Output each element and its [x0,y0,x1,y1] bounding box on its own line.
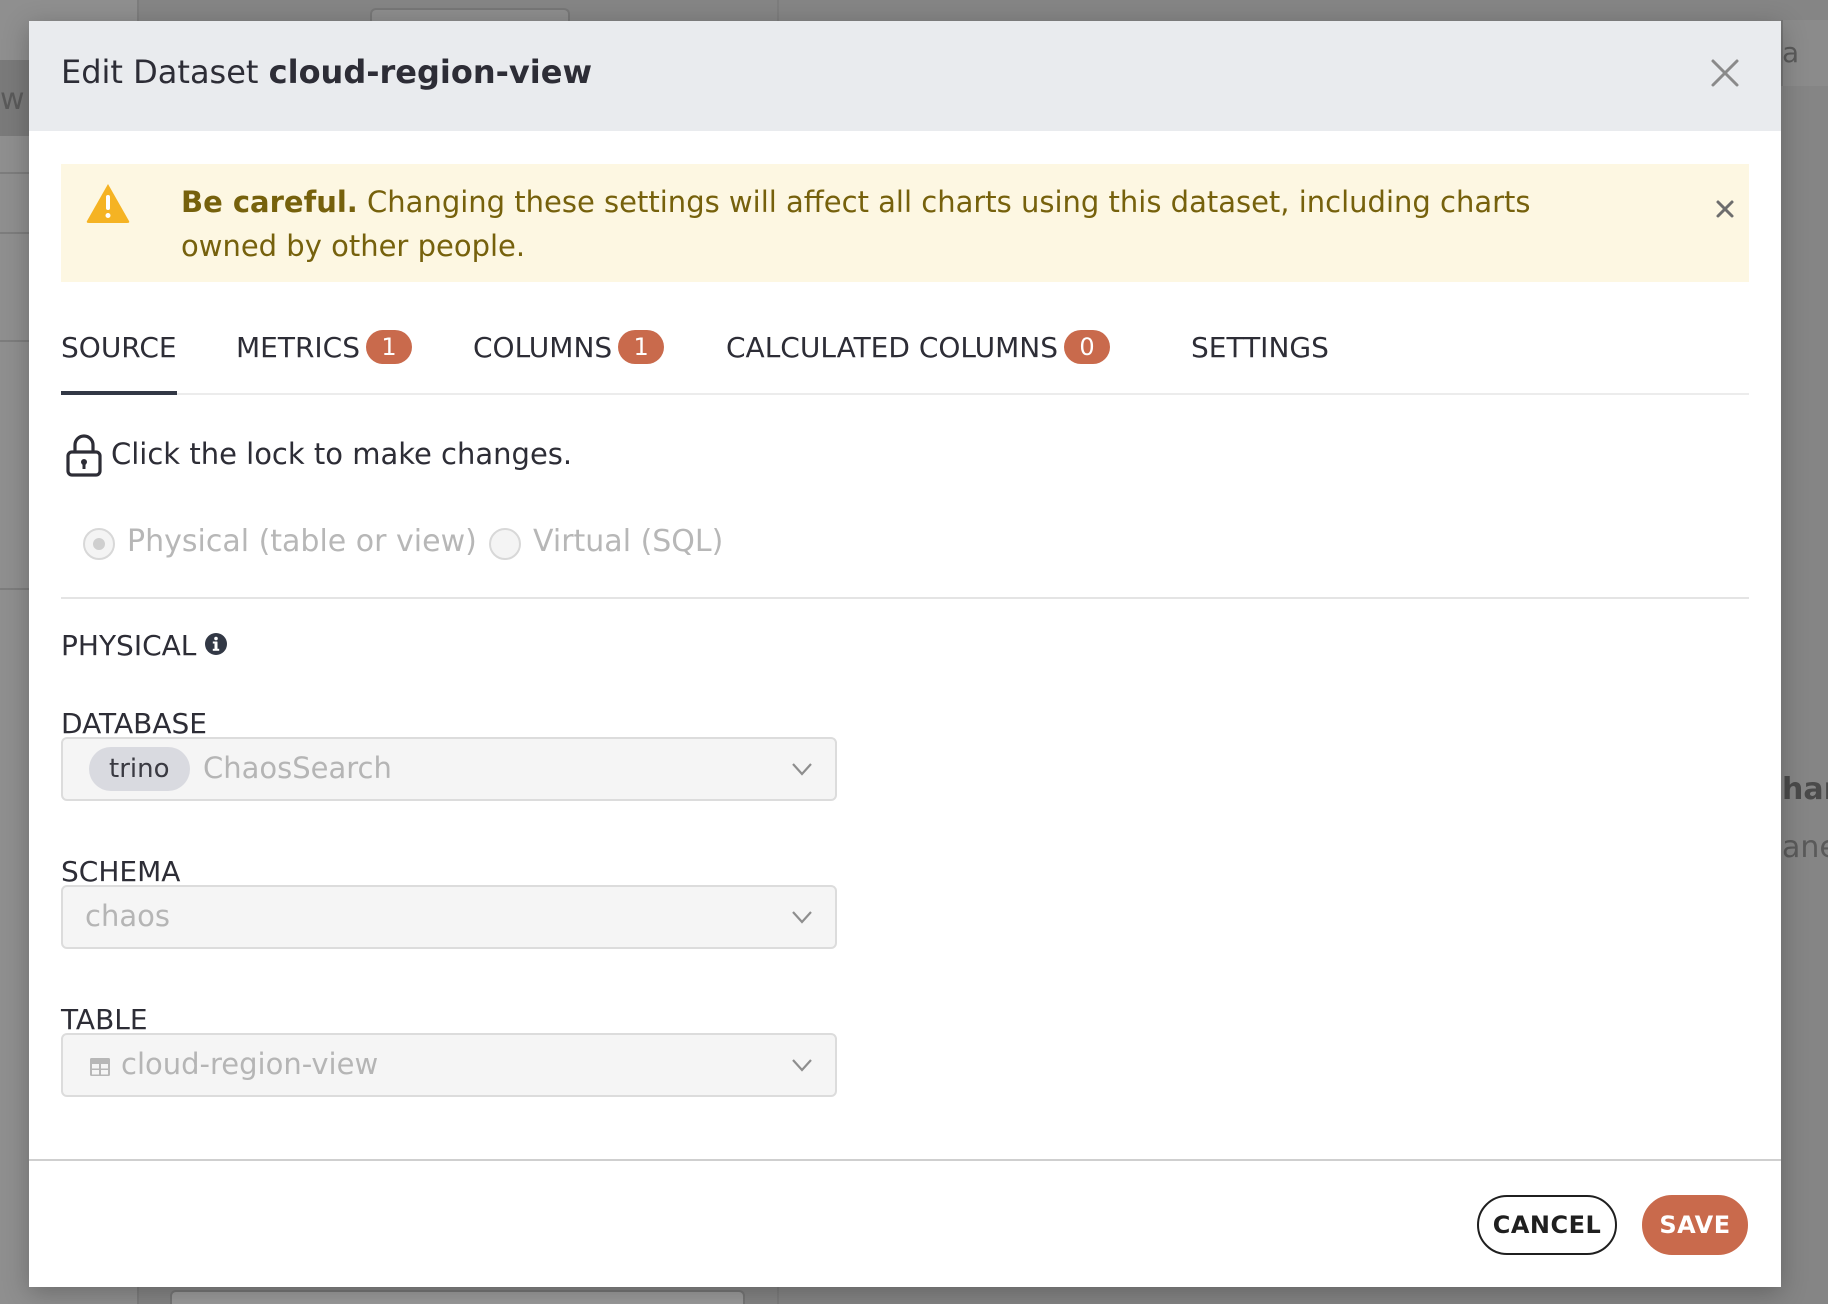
modal-header: Edit Dataset cloud-region-view [29,21,1781,131]
chevron-down-icon [792,763,812,776]
chevron-down-icon [792,911,812,924]
lock-instruction: Click the lock to make changes. [111,437,573,471]
warning-icon [86,184,130,223]
warning-alert: Be careful. Changing these settings will… [61,164,1749,282]
info-icon[interactable] [204,632,228,656]
footer-divider [29,1159,1781,1161]
tab-metrics[interactable]: METRICS 1 [236,330,412,395]
database-engine-tag: trino [89,747,190,791]
schema-select-value: chaos [85,899,170,933]
physical-section-label: PHYSICAL [61,629,228,662]
edit-dataset-modal: Edit Dataset cloud-region-view Be carefu… [29,21,1781,1287]
tab-columns[interactable]: COLUMNS 1 [473,330,665,395]
database-select-value: ChaosSearch [203,751,392,785]
calculated-columns-count-badge: 0 [1064,330,1110,364]
save-button[interactable]: SAVE [1642,1195,1748,1255]
columns-count-badge: 1 [618,330,665,364]
warning-message: Be careful. Changing these settings will… [181,180,1581,268]
close-icon[interactable] [1703,51,1747,95]
chevron-down-icon [792,1059,812,1072]
dataset-type-radio-group: Physical (table or view) Virtual (SQL) [83,521,983,567]
warning-bold: Be careful. [181,185,358,219]
table-select-value: cloud-region-view [121,1047,379,1081]
bg-divider [0,340,29,342]
table-select[interactable]: cloud-region-view [61,1033,837,1097]
tab-calculated-columns[interactable]: CALCULATED COLUMNS 0 [726,330,1110,395]
table-icon [90,1058,110,1076]
radio-physical-circle[interactable] [83,528,115,560]
metrics-count-badge: 1 [366,330,412,364]
radio-physical-label: Physical (table or view) [127,524,477,559]
radio-virtual-circle[interactable] [489,528,521,560]
section-divider [61,597,1749,599]
alert-close-icon[interactable] [1712,196,1738,222]
tab-settings[interactable]: SETTINGS [1191,331,1329,395]
physical-label-text: PHYSICAL [61,629,197,662]
database-select[interactable]: trino ChaosSearch [61,737,837,801]
dataset-name: cloud-region-view [268,53,593,91]
bg-divider [0,588,29,590]
lock-icon[interactable] [65,433,103,477]
tab-label: SETTINGS [1191,331,1329,364]
bg-text-fragment: w [0,82,25,117]
tab-bar: SOURCE METRICS 1 COLUMNS 1 CALCULATED COLU… [61,305,1749,395]
tab-label: CALCULATED COLUMNS [726,331,1058,364]
bg-divider [0,172,29,174]
schema-label: SCHEMA [61,855,181,888]
radio-virtual-label: Virtual (SQL) [533,524,724,559]
bg-button-edge [370,8,570,21]
modal-title: Edit Dataset cloud-region-view [61,53,592,91]
bg-text-fragment: a [1782,36,1800,69]
tab-label: COLUMNS [473,331,613,364]
table-label: TABLE [61,1003,148,1036]
tab-label: SOURCE [61,331,177,364]
title-prefix: Edit Dataset [61,53,269,91]
cancel-button[interactable]: CANCEL [1477,1195,1617,1255]
tab-label: METRICS [236,331,360,364]
bg-text-fragment: har [1782,772,1828,807]
tab-source[interactable]: SOURCE [61,331,177,395]
database-label: DATABASE [61,707,207,740]
bg-input-edge [170,1290,745,1304]
bg-divider [0,232,29,234]
bg-text-fragment: ane [1782,830,1828,865]
schema-select[interactable]: chaos [61,885,837,949]
warning-body: Changing these settings will affect all … [181,185,1531,263]
